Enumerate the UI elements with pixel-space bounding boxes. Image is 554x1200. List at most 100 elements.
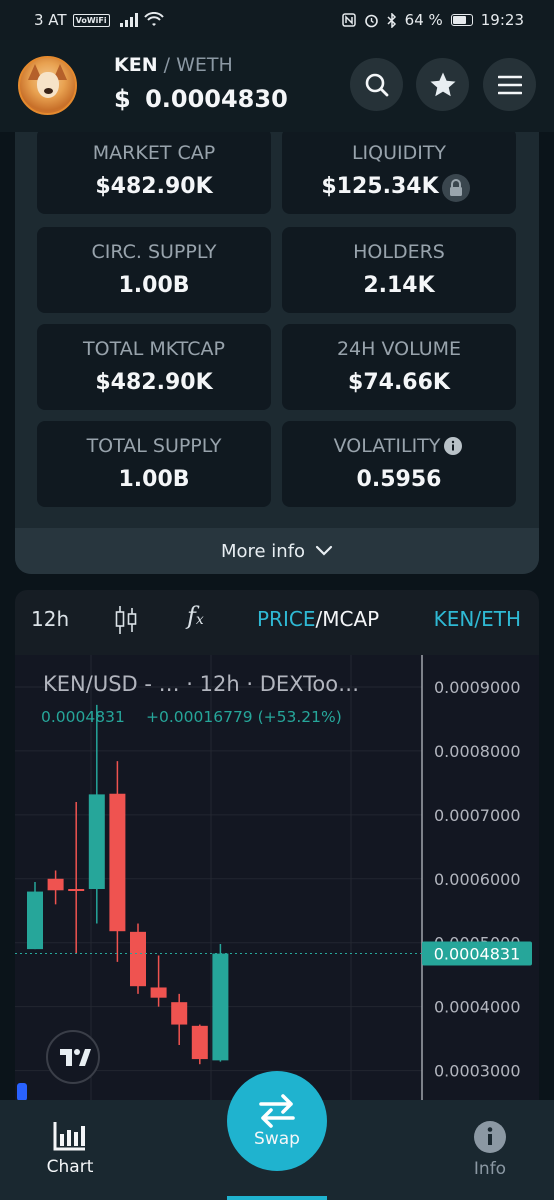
stat-label: HOLDERS xyxy=(353,241,445,263)
info-icon[interactable] xyxy=(443,436,463,456)
carrier-label: 3 AT xyxy=(34,11,67,29)
battery-icon xyxy=(450,14,473,26)
stat-label: MARKET CAP xyxy=(92,142,216,164)
stat-liquidity: LIQUIDITY $125.34K xyxy=(282,132,516,214)
clock-time: 19:23 xyxy=(480,11,524,29)
candle-body xyxy=(47,878,64,891)
candlestick-type-icon[interactable] xyxy=(114,604,138,636)
token-stats-panel: MARKET CAP $482.90K LIQUIDITY $125.34K C… xyxy=(15,132,539,574)
stat-value: $482.90K xyxy=(95,370,213,395)
candle-body xyxy=(27,891,43,950)
chart-change: +0.00016779 (+53.21%) xyxy=(146,708,342,726)
stat-label: TOTAL MKTCAP xyxy=(83,338,225,360)
swap-arrows-icon xyxy=(259,1094,295,1128)
timeframe-selector[interactable]: 12h xyxy=(31,607,69,631)
indicators-fx-icon[interactable]: fx xyxy=(187,602,204,630)
more-info-button[interactable]: More info xyxy=(15,528,539,574)
last-price-tag-text: 0.0004831 xyxy=(434,945,521,964)
drawing-handle xyxy=(17,1083,27,1100)
candle-body xyxy=(212,953,229,1061)
status-bar: 3 AT VoWiFi 64 % 19:23 xyxy=(0,0,554,40)
chevron-down-icon xyxy=(315,545,333,556)
tradingview-logo-icon[interactable] xyxy=(46,1030,100,1084)
token-avatar xyxy=(18,56,77,115)
search-button[interactable] xyxy=(350,58,403,111)
swap-indicator xyxy=(227,1196,327,1200)
stat-volatility: VOLATILITY 0.5956 xyxy=(282,421,516,507)
token-header: KEN / WETH $ 0.0004830 xyxy=(0,40,554,132)
info-circle-icon xyxy=(474,1121,506,1153)
bluetooth-icon xyxy=(387,12,396,28)
stat-label: TOTAL SUPPLY xyxy=(86,435,222,457)
candle-body xyxy=(171,1002,188,1025)
vowifi-badge: VoWiFi xyxy=(72,13,110,27)
y-tick-label: 0.0003000 xyxy=(434,1062,521,1081)
stat-label: CIRC. SUPPLY xyxy=(91,241,217,263)
stat-value: $74.66K xyxy=(348,370,450,395)
nav-chart[interactable]: Chart xyxy=(40,1120,100,1177)
candle-body xyxy=(191,1025,208,1060)
chart-svg[interactable]: 0.0009000 0.0008000 0.0007000 0.0006000 0.00… xyxy=(15,655,539,1100)
candle xyxy=(130,923,146,994)
quote-symbol: WETH xyxy=(176,54,233,76)
stat-circ-supply: CIRC. SUPPLY 1.00B xyxy=(37,227,271,313)
price-mcap-toggle[interactable]: PRICE/MCAP xyxy=(257,607,379,631)
nav-info-label: Info xyxy=(473,1159,507,1179)
candle-body xyxy=(150,987,167,998)
candle xyxy=(68,802,85,953)
stat-value: $482.90K xyxy=(95,174,213,199)
candle xyxy=(171,993,188,1046)
candle xyxy=(47,870,64,905)
candle xyxy=(109,761,126,962)
stat-value: 0.5956 xyxy=(356,467,442,492)
price-value: 0.0004830 xyxy=(145,85,288,113)
stat-label: LIQUIDITY xyxy=(351,142,447,164)
y-tick-label: 0.0004000 xyxy=(434,998,521,1017)
stat-value: 1.00B xyxy=(118,467,190,492)
stat-total-supply: TOTAL SUPPLY 1.00B xyxy=(37,421,271,507)
chart-toolbar: 12h fx PRICE/MCAP KEN/ETH xyxy=(15,590,539,648)
candle-body xyxy=(130,931,146,987)
pair-title: KEN / WETH xyxy=(114,54,233,76)
chart-pair-selector[interactable]: KEN/ETH xyxy=(434,607,521,631)
stat-value: 1.00B xyxy=(118,273,190,298)
price-currency: $ xyxy=(114,85,131,113)
lock-icon[interactable] xyxy=(440,172,472,204)
search-icon xyxy=(365,73,388,96)
alarm-icon xyxy=(364,14,378,27)
token-price: $ 0.0004830 xyxy=(114,85,288,113)
candle xyxy=(212,943,229,1062)
base-symbol: KEN xyxy=(114,54,158,76)
price-toggle-label: PRICE xyxy=(257,607,316,631)
stat-market-cap: MARKET CAP $482.90K xyxy=(37,132,271,214)
chart-title: KEN/USD - … · 12h · DEXToo… xyxy=(43,672,359,696)
stat-24h-volume: 24H VOLUME $74.66K xyxy=(282,324,516,410)
y-tick-label: 0.0009000 xyxy=(434,678,521,697)
y-tick-label: 0.0007000 xyxy=(434,806,521,825)
stat-total-mktcap: TOTAL MKTCAP $482.90K xyxy=(37,324,271,410)
favorite-button[interactable] xyxy=(416,58,469,111)
pair-separator: / xyxy=(163,54,171,76)
nav-info[interactable]: Info xyxy=(460,1120,520,1179)
chart-last-price: 0.0004831 xyxy=(41,708,125,726)
signal-icon xyxy=(119,13,138,27)
candle xyxy=(150,955,167,1007)
stat-label: 24H VOLUME xyxy=(336,338,462,360)
nav-chart-label: Chart xyxy=(46,1157,94,1177)
hamburger-menu-icon xyxy=(497,75,522,94)
nfc-icon xyxy=(341,13,356,27)
y-tick-label: 0.0008000 xyxy=(434,742,521,761)
candle-body xyxy=(88,794,105,890)
menu-button[interactable] xyxy=(483,58,536,111)
swap-button[interactable]: Swap xyxy=(227,1071,327,1171)
battery-percent: 64 % xyxy=(404,11,443,29)
chart-bars-icon xyxy=(53,1122,85,1151)
more-info-label: More info xyxy=(220,540,306,562)
y-tick-label: 0.0006000 xyxy=(434,870,521,889)
candle xyxy=(27,881,43,950)
candlestick-chart[interactable]: 0.0009000 0.0008000 0.0007000 0.0006000 0.00… xyxy=(15,655,539,1100)
stat-holders[interactable]: HOLDERS 2.14K xyxy=(282,227,516,313)
mcap-toggle-label: MCAP xyxy=(322,607,380,631)
stat-value: $125.34K xyxy=(321,174,439,199)
candle-body xyxy=(109,793,126,932)
